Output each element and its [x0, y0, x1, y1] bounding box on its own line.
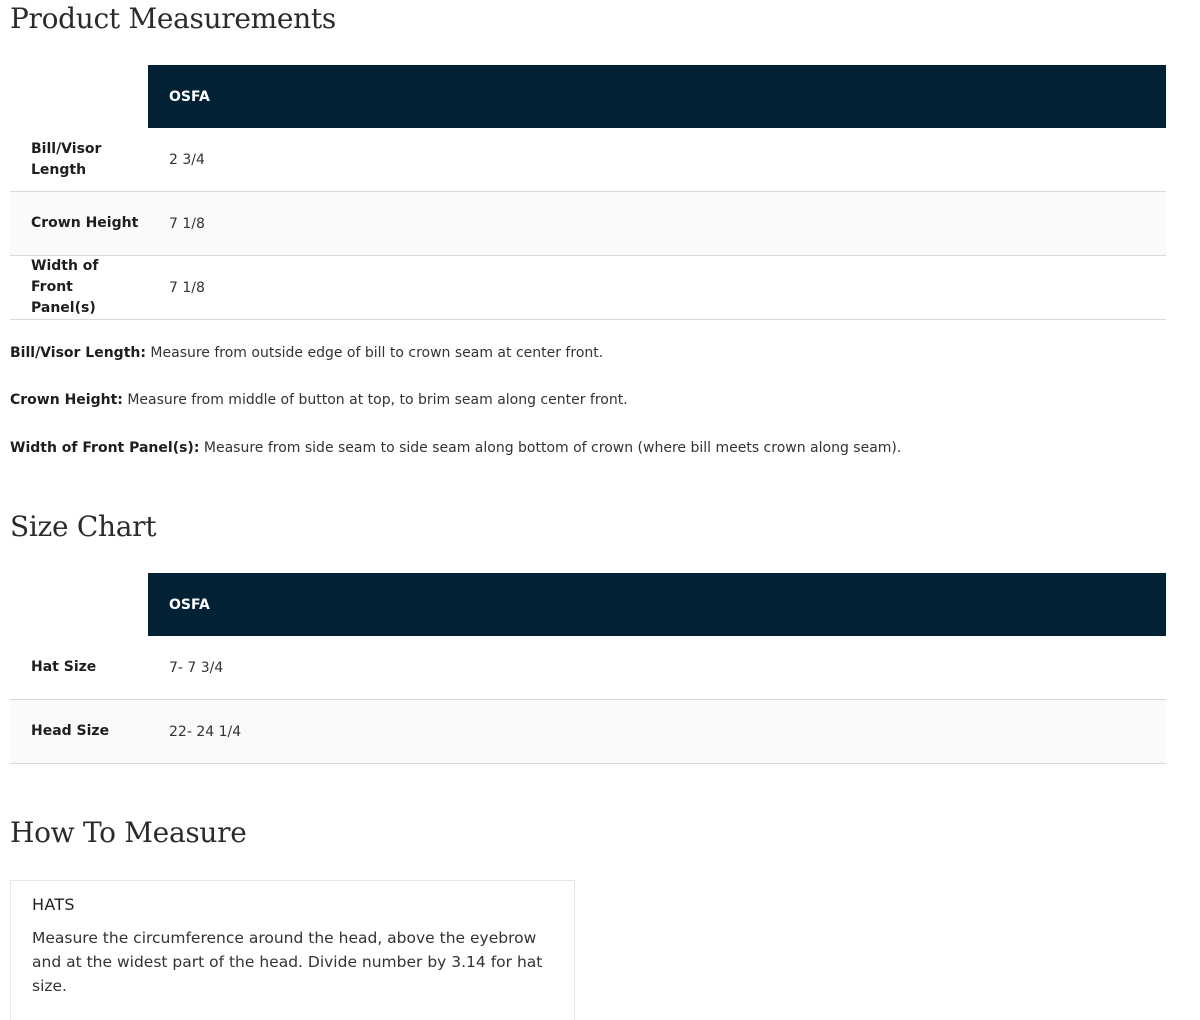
note-text: Measure from outside edge of bill to cro… [145, 345, 604, 361]
card-title: HATS [32, 895, 75, 914]
row-label: Hat Size [10, 636, 148, 700]
table-row: Hat Size 7- 7 3/4 [10, 636, 1166, 700]
row-value: 7 1/8 [148, 255, 1166, 320]
table-corner [10, 573, 148, 636]
product-measurements-table: OSFA Bill/Visor Length 2 3/4 Crown Heigh… [10, 65, 1166, 320]
product-measurements-title: Product Measurements [10, 2, 336, 35]
row-value: 2 3/4 [148, 128, 1166, 192]
row-label: Crown Height [10, 191, 148, 256]
column-header-osfa: OSFA [148, 65, 1166, 128]
row-label: Head Size [10, 699, 148, 764]
table-row: Bill/Visor Length 2 3/4 [10, 128, 1166, 192]
table-row: Head Size 22- 24 1/4 [10, 699, 1166, 764]
row-value: 7- 7 3/4 [148, 636, 1166, 700]
size-chart-table: OSFA Hat Size 7- 7 3/4 Head Size 22- 24 … [10, 573, 1166, 764]
row-value: 7 1/8 [148, 191, 1166, 256]
note-term: Bill/Visor Length: [10, 345, 146, 361]
table-row: Crown Height 7 1/8 [10, 191, 1166, 256]
table-corner [10, 65, 148, 128]
note-crown-height: Crown Height: Measure from middle of but… [10, 390, 628, 410]
note-text: Measure from side seam to side seam alon… [199, 440, 902, 456]
row-label: Width of Front Panel(s) [10, 255, 148, 320]
column-header-osfa: OSFA [148, 573, 1166, 636]
row-value: 22- 24 1/4 [148, 699, 1166, 764]
note-term: Crown Height: [10, 392, 123, 408]
how-to-measure-title: How To Measure [10, 816, 247, 849]
note-term: Width of Front Panel(s): [10, 440, 200, 456]
card-text: Measure the circumference around the hea… [32, 929, 543, 995]
hats-measure-card: HATS Measure the circumference around th… [10, 880, 575, 1020]
note-front-panel: Width of Front Panel(s): Measure from si… [10, 438, 901, 458]
note-bill-visor: Bill/Visor Length: Measure from outside … [10, 343, 603, 363]
row-label: Bill/Visor Length [10, 128, 148, 192]
size-chart-title: Size Chart [10, 510, 157, 543]
note-text: Measure from middle of button at top, to… [122, 392, 628, 408]
table-row: Width of Front Panel(s) 7 1/8 [10, 255, 1166, 320]
